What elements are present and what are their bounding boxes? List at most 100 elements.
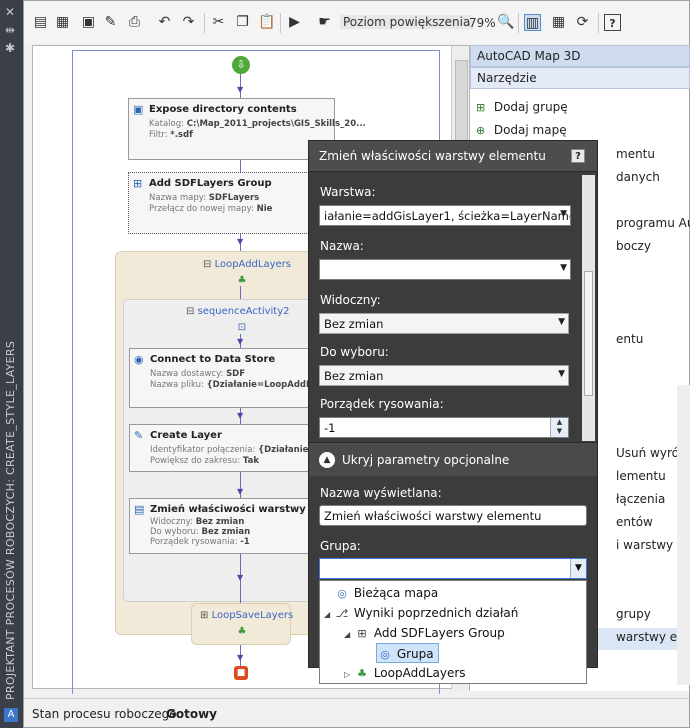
zoom-search-icon[interactable]: 🔍 (497, 14, 514, 31)
layer-select[interactable]: iałanie=addGisLayer1, ścieżka=LayerName}… (319, 205, 571, 226)
panel-header-autocad[interactable]: AutoCAD Map 3D (470, 45, 690, 67)
activity-add-sdflayers-group[interactable]: ⊞ Add SDFLayers Group Nazwa mapy: SDFLay… (128, 172, 335, 234)
database-icon: ◎ (380, 648, 390, 661)
directory-icon: ▣ (133, 103, 144, 116)
redo-icon[interactable]: ↷ (180, 14, 197, 31)
layer-properties-icon: ▤ (134, 503, 145, 516)
status-label: Stan procesu roboczego: (32, 707, 181, 721)
group-label: Grupa: (320, 539, 361, 553)
display-name-label: Nazwa wyświetlana: (320, 486, 442, 500)
panel-header-tool[interactable]: Narzędzie (470, 67, 690, 89)
properties-icon[interactable]: ✱ (5, 42, 15, 54)
pin-icon[interactable]: ⇹ (5, 24, 15, 36)
panel-item-fragment[interactable]: lementu (616, 469, 666, 483)
collapsed-icon[interactable]: ▷ (344, 665, 354, 685)
left-side-bar: ✕ ⇹ ✱ PROJEKTANT PROCESÓW ROBOCZYCH: CRE… (0, 0, 23, 728)
copy-icon[interactable]: ❐ (234, 14, 251, 31)
activity-change-layer-properties[interactable]: ▤ Zmień właściwości warstwy elementu Wid… (129, 498, 363, 554)
results-icon: ⎇ (335, 607, 349, 620)
panel-item-add-group[interactable]: ⊞ Dodaj grupę (476, 100, 568, 114)
panel-item-fragment[interactable]: programu AutoC (616, 216, 690, 230)
panel-scrollbar[interactable] (677, 385, 690, 685)
stepper-down-icon[interactable]: ▼ (551, 427, 568, 436)
grid-icon[interactable]: ▦ (550, 14, 567, 31)
loop-save-layers-container[interactable]: ⊞ LoopSaveLayers ♣ (191, 603, 293, 645)
collapse-icon[interactable]: ▲ (319, 452, 335, 468)
optional-params-toggle[interactable]: ▲ Ukryj parametry opcjonalne (309, 442, 597, 476)
refresh-icon[interactable]: ⟳ (574, 14, 591, 31)
database-icon: ◎ (337, 587, 347, 600)
visible-select[interactable]: Bez zmian ▼ (319, 313, 569, 334)
stop-icon: ■ (234, 666, 248, 680)
run-icon[interactable]: ▶ (286, 14, 303, 31)
new-icon[interactable]: ▤ (32, 14, 49, 31)
add-group-icon: ⊞ (357, 627, 367, 640)
zoom-level-label: Poziom powiększenia (340, 15, 474, 29)
loop-add-layers-label[interactable]: ⊟ LoopAddLayers (203, 259, 291, 270)
expanded-icon[interactable]: ◢ (324, 605, 334, 625)
help-icon[interactable]: ? (571, 149, 585, 163)
cut-icon[interactable]: ✂ (210, 14, 227, 31)
draw-order-stepper[interactable]: -1 ▲ ▼ (319, 417, 569, 438)
loop-icon: ♣ (357, 667, 367, 680)
zoom-hand-icon[interactable]: ☛ (316, 14, 333, 31)
selectable-label: Do wyboru: (320, 345, 389, 359)
stepper-up-icon[interactable]: ▲ (551, 418, 568, 427)
paste-icon[interactable]: 📋 (258, 14, 275, 31)
status-bar: Stan procesu roboczego: Gotowy (24, 698, 689, 727)
chevron-down-icon: ▼ (558, 317, 565, 327)
zoom-level-value[interactable]: 79% (469, 16, 496, 30)
panel-item-fragment[interactable]: danych (616, 170, 660, 184)
panel-item-fragment[interactable]: mentu (616, 147, 655, 161)
activity-connect-data-store[interactable]: ◉ Connect to Data Store Nazwa dostawcy: … (129, 348, 358, 408)
panel-item-fragment[interactable]: entów (616, 515, 653, 529)
vertical-window-title: PROJEKTANT PROCESÓW ROBOCZYCH: CREATE_ST… (4, 340, 17, 700)
data-store-icon: ◉ (134, 353, 144, 366)
tree-item-group[interactable]: ◎ Grupa (376, 643, 439, 663)
start-icon: ⇩ (232, 56, 250, 74)
panel-item-fragment[interactable]: entu (616, 332, 643, 346)
sequence-label[interactable]: ⊟ sequenceActivity2 (186, 306, 290, 317)
print-icon[interactable]: ⎙ (126, 14, 143, 31)
draw-order-label: Porządek rysowania: (320, 397, 444, 411)
panel-item-fragment[interactable]: grupy (616, 607, 651, 621)
panel-item-add-map[interactable]: ⊕ Dodaj mapę (476, 123, 567, 137)
autocad-logo-icon: A (4, 708, 18, 722)
scroll-thumb[interactable] (584, 271, 593, 396)
activity-title: Expose directory contents (149, 104, 297, 115)
chevron-down-icon[interactable]: ▼ (570, 559, 586, 578)
main-toolbar: ▤ ▦ ▣ ✎ ⎙ ↶ ↷ ✂ ❐ 📋 ▶ ☛ Poziom powiększe… (24, 1, 689, 44)
group-select[interactable]: ▼ (319, 558, 587, 579)
edit-icon[interactable]: ✎ (102, 14, 119, 31)
new-from-template-icon[interactable]: ▦ (54, 14, 71, 31)
view-toggle-icon[interactable]: ▥ (524, 14, 541, 31)
expanded-icon[interactable]: ◢ (344, 625, 354, 645)
panel-item-fragment[interactable]: boczy (616, 239, 651, 253)
tree-item-loop-add-layers[interactable]: ▷ ♣ LoopAddLayers (344, 663, 466, 683)
tree-item-previous-results[interactable]: ◢ ⎇ Wyniki poprzednich działań (324, 603, 518, 623)
selectable-select[interactable]: Bez zmian ▼ (319, 365, 569, 386)
loop-save-layers-label[interactable]: ⊞ LoopSaveLayers (200, 610, 293, 621)
create-layer-icon: ✎ (134, 429, 144, 442)
tree-item-add-sdflayers-group[interactable]: ◢ ⊞ Add SDFLayers Group (344, 623, 505, 643)
save-icon[interactable]: ▣ (80, 14, 97, 31)
group-dropdown-tree[interactable]: ◎ Bieżąca mapa ◢ ⎇ Wyniki poprzednich dzi… (319, 580, 587, 684)
tree-item-current-map[interactable]: ◎ Bieżąca mapa (334, 583, 438, 603)
dialog-scrollbar[interactable] (582, 175, 595, 441)
stepper-buttons[interactable]: ▲ ▼ (550, 418, 568, 437)
activity-expose-directory[interactable]: ▣ Expose directory contents Katalog: C:\… (128, 98, 366, 160)
activity-title: Add SDFLayers Group (149, 178, 272, 189)
add-group-icon: ⊞ (133, 177, 143, 190)
close-icon[interactable]: ✕ (5, 6, 15, 18)
display-name-input[interactable]: Zmień właściwości warstwy elementu (319, 505, 587, 526)
panel-item-fragment[interactable]: łączenia (616, 492, 665, 506)
visible-label: Widoczny: (320, 293, 381, 307)
layer-label: Warstwa: (320, 185, 376, 199)
undo-icon[interactable]: ↶ (156, 14, 173, 31)
dialog-title: Zmień właściwości warstwy elementu (309, 141, 597, 172)
activity-create-layer[interactable]: ✎ Create Layer Identyfikator połączenia:… (129, 424, 353, 472)
loop-icon: ♣ (237, 275, 247, 286)
help-icon[interactable]: ? (604, 14, 621, 31)
name-select[interactable]: ▼ (319, 259, 571, 280)
sequence-icon: ⊡ (237, 322, 247, 333)
